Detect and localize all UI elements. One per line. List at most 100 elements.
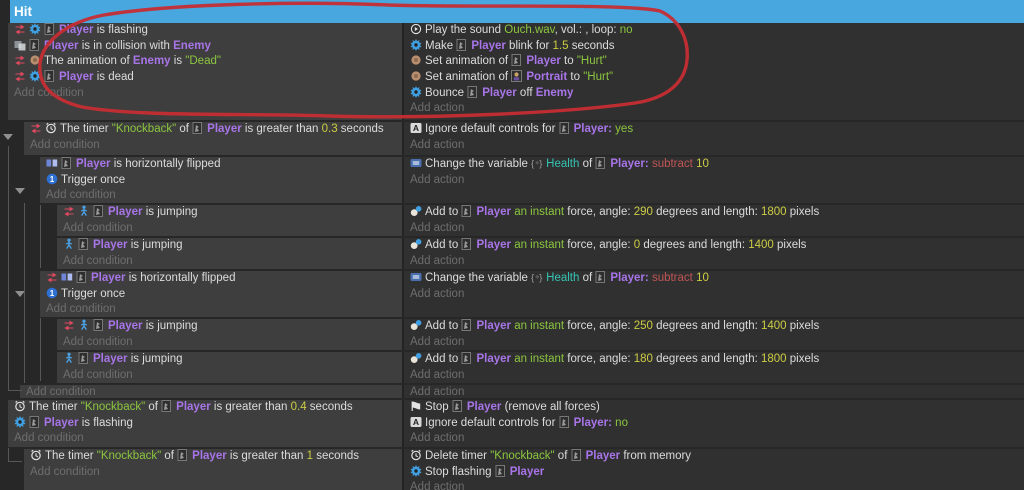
collapse-arrow[interactable] xyxy=(15,188,25,194)
condition-row[interactable]: Player is dead xyxy=(8,70,402,86)
condition-row[interactable]: Player is jumping xyxy=(57,238,402,254)
text-token: is greater than xyxy=(241,123,322,135)
event-block-knockback-timer-04[interactable]: The timer "Knockback" of Player is great… xyxy=(8,400,1024,447)
action-row[interactable]: Set animation of Player to "Hurt" xyxy=(404,54,1024,70)
text-token: Set animation of xyxy=(425,71,512,84)
add-action-button[interactable]: Add action xyxy=(404,287,1024,303)
thumb-icon xyxy=(595,271,607,283)
action-row[interactable]: Add to Player an instant force, angle: 1… xyxy=(404,352,1024,368)
event-sheet: Hit Player is flashing Player is in colli… xyxy=(0,0,1024,490)
add-condition-button[interactable]: Add condition xyxy=(20,385,402,398)
event-block-empty-sub-event[interactable]: Add condition Add action xyxy=(20,385,1024,398)
text-token: Player xyxy=(93,353,128,365)
event-block-flipped-sub-1[interactable]: Player is horizontally flipped 1 Trigger o… xyxy=(40,157,1024,203)
thumb-icon xyxy=(467,85,479,98)
actions-column: Add action xyxy=(404,385,1024,398)
event-block-jumping-sub-1b[interactable]: Player is jumping Add condition Add to Pla… xyxy=(57,238,1024,269)
text-token: "Knockback" xyxy=(490,450,555,462)
add-condition-button[interactable]: Add condition xyxy=(8,86,402,102)
text-token: Enemy xyxy=(173,39,211,52)
add-action-button[interactable]: Add action xyxy=(404,335,1024,350)
svg-text:{: { xyxy=(531,159,534,170)
thumb-icon xyxy=(461,205,473,217)
add-condition-button[interactable]: Add condition xyxy=(24,465,402,481)
condition-row[interactable]: The timer "Knockback" of Player is great… xyxy=(8,400,402,416)
condition-row[interactable]: Player is jumping xyxy=(57,352,402,368)
action-row[interactable]: Add to Player an instant force, angle: 2… xyxy=(404,205,1024,221)
action-row[interactable]: A Ignore default controls for Player: yes xyxy=(404,122,1024,138)
action-row[interactable]: Add to Player an instant force, angle: 2… xyxy=(404,319,1024,335)
condition-row[interactable]: Player is horizontally flipped xyxy=(40,271,402,287)
gear-icon xyxy=(29,70,41,83)
add-action-button[interactable]: Add action xyxy=(404,368,1024,383)
add-action-button[interactable]: Add action xyxy=(404,431,1024,447)
add-condition-button[interactable]: Add condition xyxy=(40,302,402,317)
add-condition-button[interactable]: Add condition xyxy=(40,188,402,203)
collapse-arrow[interactable] xyxy=(3,134,13,140)
condition-row[interactable]: 1 Trigger once xyxy=(40,173,402,189)
add-action-button[interactable]: Add action xyxy=(404,385,1024,398)
add-action-button[interactable]: Add action xyxy=(404,101,1024,117)
actions-column: Add to Player an instant force, angle: 0… xyxy=(404,238,1024,269)
event-block-jumping-sub-2a[interactable]: Player is jumping Add condition Add to Pla… xyxy=(57,319,1024,350)
condition-row[interactable]: The timer "Knockback" of Player is great… xyxy=(24,449,402,465)
add-condition-button[interactable]: Add condition xyxy=(57,368,402,383)
event-block-flipped-sub-2[interactable]: Player is horizontally flipped 1 Trigger o… xyxy=(40,271,1024,317)
invert-icon xyxy=(46,271,58,283)
invert-icon xyxy=(14,70,26,82)
add-action-button[interactable]: Add action xyxy=(404,480,1024,490)
condition-row[interactable]: The animation of Enemy is "Dead" xyxy=(8,54,402,70)
action-row[interactable]: Play the sound Ouch.wav, vol.: , loop: n… xyxy=(404,23,1024,39)
condition-row[interactable]: 1 Trigger once xyxy=(40,287,402,303)
action-row[interactable]: Make Player blink for 1.5 seconds xyxy=(404,38,1024,55)
event-block-jumping-sub-2b[interactable]: Player is jumping Add condition Add to Pla… xyxy=(57,352,1024,383)
condition-row[interactable]: Player is in collision with Enemy xyxy=(8,38,402,55)
action-row[interactable]: A Ignore default controls for Player: no xyxy=(404,415,1024,432)
action-row[interactable]: Change the variable {} Health of Player: … xyxy=(404,271,1024,287)
condition-row[interactable]: Player is flashing xyxy=(8,415,402,432)
tree-guide-line xyxy=(8,146,9,391)
add-condition-button[interactable]: Add condition xyxy=(8,431,402,447)
action-row[interactable]: Set animation of Portrait to "Hurt" xyxy=(404,70,1024,86)
text-token: seconds xyxy=(337,123,384,135)
text-token: is xyxy=(170,55,186,68)
force-icon xyxy=(410,352,422,364)
text-token: Player xyxy=(471,39,506,52)
add-action-button[interactable]: Add action xyxy=(404,221,1024,236)
add-condition-button[interactable]: Add condition xyxy=(57,254,402,269)
text-token: off xyxy=(516,86,536,99)
condition-row[interactable]: Player is flashing xyxy=(8,23,402,39)
action-row[interactable]: Bounce Player off Enemy xyxy=(404,85,1024,102)
thumb-icon xyxy=(511,54,523,67)
text-token: Player xyxy=(176,401,211,413)
thumb-icon xyxy=(452,400,464,412)
tree-guide-line xyxy=(8,448,9,461)
event-block-knockback-timer-1[interactable]: The timer "Knockback" of Player is great… xyxy=(24,449,1024,490)
text-token: Player: xyxy=(573,416,612,429)
text-token: pixels xyxy=(786,353,820,365)
add-condition-button[interactable]: Add condition xyxy=(57,221,402,236)
text-token: 0.3 xyxy=(321,123,338,135)
add-condition-button[interactable]: Add condition xyxy=(57,335,402,350)
event-group-titlebar[interactable]: Hit xyxy=(10,0,1024,23)
event-block-hit-main[interactable]: Player is flashing Player is in collision… xyxy=(8,23,1024,120)
event-block-knockback-timer-03[interactable]: The timer "Knockback" of Player is great… xyxy=(24,122,1024,155)
condition-row[interactable]: Player is jumping xyxy=(57,319,402,335)
action-row[interactable]: Stop flashing Player xyxy=(404,464,1024,481)
condition-row[interactable]: Player is horizontally flipped xyxy=(40,157,402,173)
condition-row[interactable]: The timer "Knockback" of Player is great… xyxy=(24,122,402,138)
event-block-jumping-sub-1a[interactable]: Player is jumping Add condition Add to Pla… xyxy=(57,205,1024,236)
action-row[interactable]: Stop Player (remove all forces) xyxy=(404,400,1024,416)
add-action-button[interactable]: Add action xyxy=(404,254,1024,269)
add-action-button[interactable]: Add action xyxy=(404,173,1024,189)
condition-row[interactable]: Player is jumping xyxy=(57,205,402,221)
action-row[interactable]: Add to Player an instant force, angle: 0… xyxy=(404,238,1024,254)
add-condition-button[interactable]: Add condition xyxy=(24,138,402,154)
action-row[interactable]: Change the variable {} Health of Player: … xyxy=(404,157,1024,173)
text-token: Player xyxy=(476,239,511,251)
jump-icon xyxy=(78,319,90,331)
thumb-icon xyxy=(161,400,173,412)
action-row[interactable]: Delete timer "Knockback" of Player from … xyxy=(404,449,1024,465)
text-token: Player xyxy=(466,401,502,413)
add-action-button[interactable]: Add action xyxy=(404,138,1024,154)
